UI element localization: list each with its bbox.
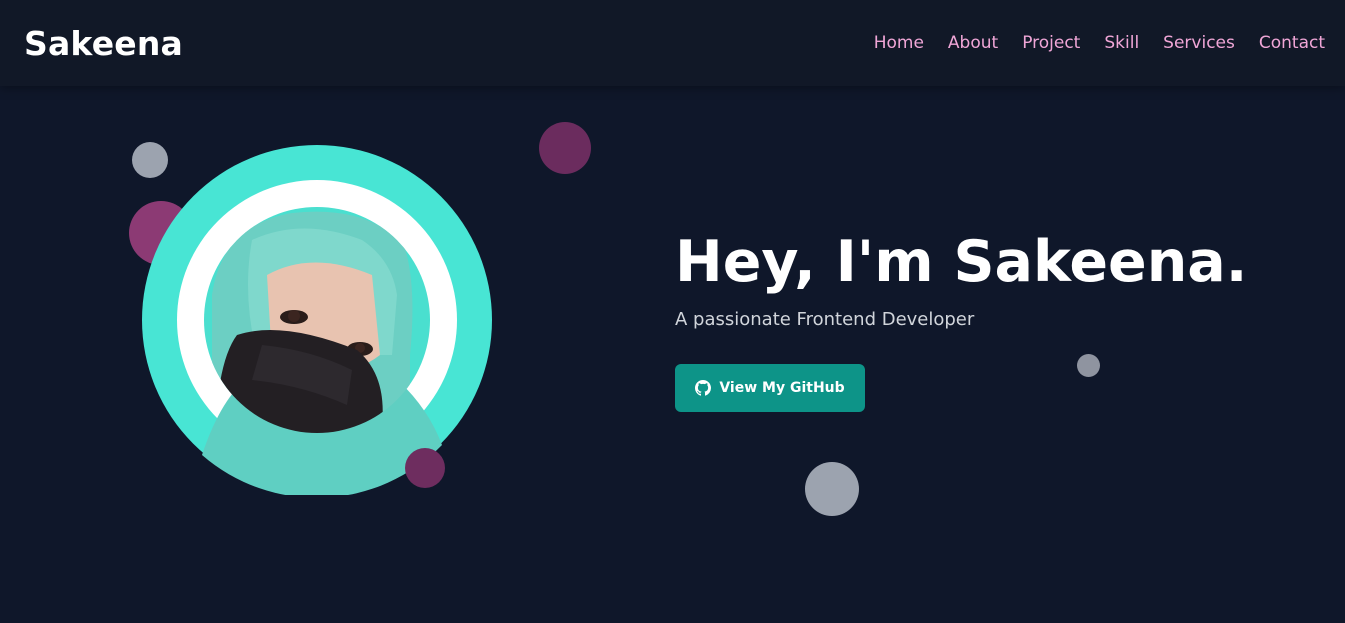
- view-github-button[interactable]: View My GitHub: [675, 364, 865, 412]
- nav-link-about[interactable]: About: [948, 32, 998, 54]
- page: Sakeena Home About Project Skill Service…: [0, 0, 1345, 623]
- nav-link-home[interactable]: Home: [874, 32, 924, 54]
- brand-logo[interactable]: Sakeena: [24, 22, 183, 66]
- decorative-bubble: [1077, 354, 1100, 377]
- hero-subtitle: A passionate Frontend Developer: [675, 309, 975, 330]
- profile-photo: [202, 211, 442, 495]
- github-icon: [695, 380, 712, 396]
- nav-link-skill[interactable]: Skill: [1104, 32, 1139, 54]
- decorative-bubble: [805, 462, 859, 516]
- view-github-label: View My GitHub: [719, 380, 845, 396]
- nav-link-contact[interactable]: Contact: [1259, 32, 1325, 54]
- navbar: Sakeena Home About Project Skill Service…: [0, 0, 1345, 86]
- nav-link-services[interactable]: Services: [1163, 32, 1235, 54]
- nav-links: Home About Project Skill Services Contac…: [874, 32, 1325, 54]
- hero-title: Hey, I'm Sakeena.: [675, 229, 1248, 295]
- avatar-ring: [142, 145, 492, 495]
- decorative-bubble: [405, 448, 445, 488]
- nav-link-project[interactable]: Project: [1022, 32, 1080, 54]
- decorative-bubble: [539, 122, 591, 174]
